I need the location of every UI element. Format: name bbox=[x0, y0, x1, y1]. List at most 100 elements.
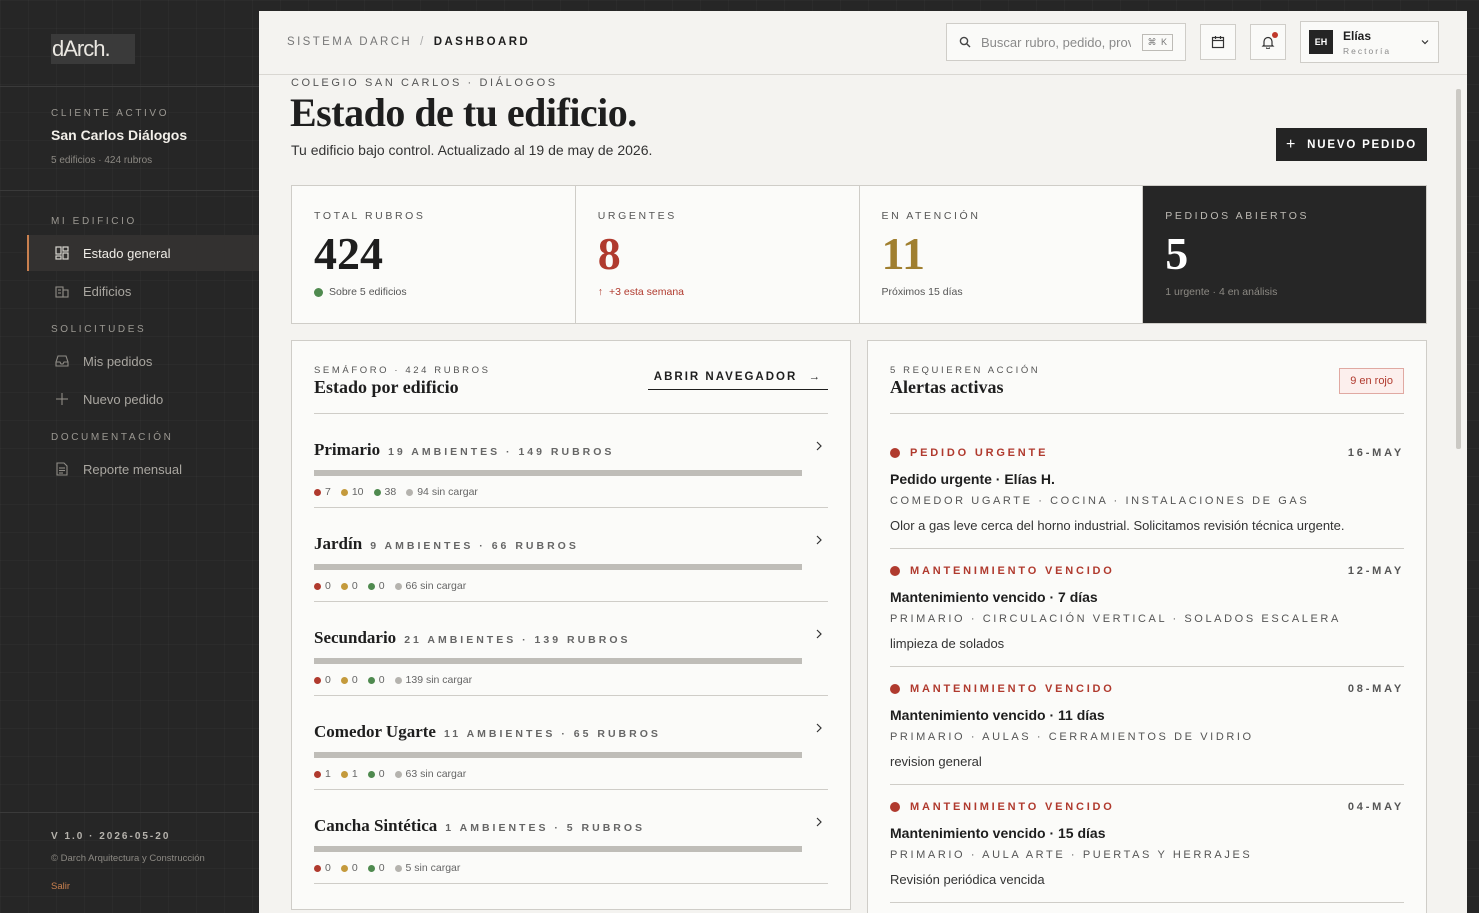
sidebar-item-reporte-mensual[interactable]: Reporte mensual bbox=[27, 451, 259, 487]
building-row[interactable]: Primario 19 ambientes · 149 rubros 7 10 38 94… bbox=[314, 414, 828, 508]
building-row[interactable]: Comedor Ugarte 11 ambientes · 65 rubros 1 1… bbox=[314, 696, 828, 790]
alert-location: Primario · Aulas · Cerramientos de vidri… bbox=[890, 731, 1254, 743]
count-green-value: 0 bbox=[378, 768, 385, 780]
kpi-label: Total rubros bbox=[314, 210, 426, 222]
kpi-foot: Sobre 5 edificios bbox=[314, 286, 553, 298]
kpi-foot-text: Sobre 5 edificios bbox=[329, 286, 407, 298]
building-progress-bar bbox=[314, 658, 802, 664]
alert-type-label: Mantenimiento vencido bbox=[910, 801, 1115, 813]
status-dot-empty bbox=[406, 488, 414, 496]
alert-type: Pedido urgente bbox=[890, 447, 1048, 459]
search-box[interactable]: ⌘ K bbox=[946, 23, 1186, 61]
notifications-button[interactable] bbox=[1250, 24, 1286, 60]
count-red: 7 bbox=[314, 486, 331, 498]
status-dot-yellow bbox=[340, 488, 348, 496]
count-empty: 139 sin cargar bbox=[394, 674, 473, 686]
building-meta: 21 ambientes · 139 rubros bbox=[404, 634, 631, 646]
count-empty: 63 sin cargar bbox=[394, 768, 466, 780]
breadcrumb-root[interactable]: Sistema Darch bbox=[287, 36, 412, 48]
alert-title: Mantenimiento vencido · 11 días bbox=[890, 707, 1105, 723]
chevron-right-icon bbox=[816, 723, 822, 733]
kpi-label: Urgentes bbox=[597, 210, 677, 222]
count-green: 0 bbox=[367, 862, 385, 874]
alert-item[interactable]: Mantenimiento vencido 08-May Mantenimiento… bbox=[890, 667, 1404, 785]
alert-location: Primario · Circulación vertical · Solado… bbox=[890, 613, 1341, 625]
status-dot-green bbox=[314, 287, 323, 297]
page-subtitle: Tu edificio bajo control. Actualizado al… bbox=[291, 142, 653, 158]
topbar: Sistema Darch / Dashboard ⌘ K EH Elías Rec… bbox=[259, 11, 1467, 75]
alert-type: Mantenimiento vencido bbox=[890, 565, 1115, 577]
status-dot-yellow bbox=[340, 864, 348, 872]
inbox-icon bbox=[55, 354, 69, 368]
count-empty-value: 139 sin cargar bbox=[405, 674, 473, 686]
sidebar-item-nuevo-pedido[interactable]: Nuevo pedido bbox=[27, 381, 259, 417]
count-yellow-value: 10 bbox=[351, 486, 364, 498]
alert-type: Mantenimiento vencido bbox=[890, 801, 1115, 813]
building-meta: 1 ambientes · 5 rubros bbox=[445, 822, 646, 834]
alert-item[interactable]: Mantenimiento vencido 12-May Mantenimiento… bbox=[890, 549, 1404, 667]
building-counts: 0 0 0 66 sin cargar bbox=[314, 580, 476, 592]
building-progress-bar bbox=[314, 752, 802, 758]
status-dot-red bbox=[314, 582, 321, 590]
building-row[interactable]: Secundario 21 ambientes · 139 rubros 0 0 0 13… bbox=[314, 602, 828, 696]
building-name: Cancha Sintética 1 ambientes · 5 rubros bbox=[314, 816, 645, 836]
sidebar-item-estado-general[interactable]: Estado general bbox=[27, 235, 259, 271]
chevron-right-icon bbox=[816, 817, 822, 827]
kpi-total-rubros[interactable]: Total rubros 424 Sobre 5 edificios bbox=[292, 186, 576, 323]
darch-logo[interactable]: dArch. bbox=[51, 34, 135, 64]
status-dot-empty bbox=[394, 770, 402, 778]
status-dot-green bbox=[367, 864, 375, 872]
count-green-value: 0 bbox=[378, 674, 385, 686]
building-row[interactable]: Jardín 9 ambientes · 66 rubros 0 0 0 66 sin c… bbox=[314, 508, 828, 602]
count-yellow: 1 bbox=[340, 768, 358, 780]
sidebar-item-label: Edificios bbox=[83, 283, 132, 299]
building-name: Jardín 9 ambientes · 66 rubros bbox=[314, 534, 579, 554]
count-green: 0 bbox=[367, 768, 385, 780]
client-name: San Carlos Diálogos bbox=[51, 127, 188, 143]
scrollbar[interactable] bbox=[1456, 89, 1461, 449]
search-input[interactable] bbox=[981, 34, 1131, 50]
status-dot-empty bbox=[394, 864, 402, 872]
count-empty-value: 94 sin cargar bbox=[417, 486, 478, 498]
kpi-foot: 1 urgente · 4 en análisis bbox=[1165, 286, 1278, 298]
kpi-urgentes[interactable]: Urgentes 8 ↑ +3 esta semana bbox=[575, 186, 860, 323]
logout-link[interactable]: Salir bbox=[51, 881, 70, 892]
count-red: 0 bbox=[314, 862, 331, 874]
panel-divider bbox=[890, 413, 1404, 414]
sidebar: dArch. Cliente activo San Carlos Diálogo… bbox=[0, 0, 259, 913]
count-yellow: 0 bbox=[340, 862, 358, 874]
count-green-value: 0 bbox=[378, 580, 385, 592]
sidebar-item-label: Nuevo pedido bbox=[83, 391, 164, 407]
search-shortcut: ⌘ K bbox=[1142, 33, 1173, 51]
alert-item[interactable]: Pedido urgente 16-May Pedido urgente · Elí… bbox=[890, 431, 1404, 549]
alert-title: Mantenimiento vencido · 15 días bbox=[890, 825, 1106, 841]
sidebar-item-mis-pedidos[interactable]: Mis pedidos bbox=[27, 343, 259, 379]
breadcrumb-current: Dashboard bbox=[433, 36, 531, 48]
building-progress-bar bbox=[314, 470, 802, 476]
open-navigator-link[interactable]: Abrir navegador → bbox=[647, 371, 828, 390]
status-dot-green bbox=[373, 488, 381, 496]
kpi-value: 8 bbox=[597, 228, 621, 279]
sidebar-item-label: Mis pedidos bbox=[83, 353, 153, 369]
status-dot-red bbox=[890, 684, 900, 694]
kpi-row: Total rubros 424 Sobre 5 edificios Urgen… bbox=[291, 185, 1427, 324]
kpi-label: Pedidos abiertos bbox=[1165, 210, 1310, 222]
kpi-en-atencion[interactable]: En atención 11 Próximos 15 días bbox=[859, 186, 1144, 323]
sidebar-item-edificios[interactable]: Edificios bbox=[27, 273, 259, 309]
breadcrumb: Sistema Darch / Dashboard bbox=[287, 36, 530, 48]
buildings-panel: Semáforo · 424 rubros Estado por edifici… bbox=[291, 340, 851, 910]
building-name-text: Primario bbox=[314, 440, 381, 459]
chevron-right-icon bbox=[816, 629, 822, 639]
avatar: EH bbox=[1309, 30, 1333, 54]
count-green: 0 bbox=[367, 674, 385, 686]
sidebar-divider bbox=[0, 812, 259, 813]
panel-title: Alertas activas bbox=[890, 377, 1004, 397]
calendar-button[interactable] bbox=[1200, 24, 1236, 60]
page-title: Estado de tu edificio. bbox=[290, 90, 637, 135]
building-row[interactable]: Cancha Sintética 1 ambientes · 5 rubros 0 0… bbox=[314, 790, 828, 884]
alert-item[interactable]: Mantenimiento vencido 04-May Mantenimiento… bbox=[890, 785, 1404, 903]
kpi-pedidos-abiertos[interactable]: Pedidos abiertos 5 1 urgente · 4 en anál… bbox=[1143, 186, 1426, 323]
user-menu[interactable]: EH Elías Rectoría bbox=[1300, 21, 1439, 63]
new-order-button[interactable]: + Nuevo pedido bbox=[1276, 128, 1427, 161]
status-dot-red bbox=[890, 566, 900, 576]
